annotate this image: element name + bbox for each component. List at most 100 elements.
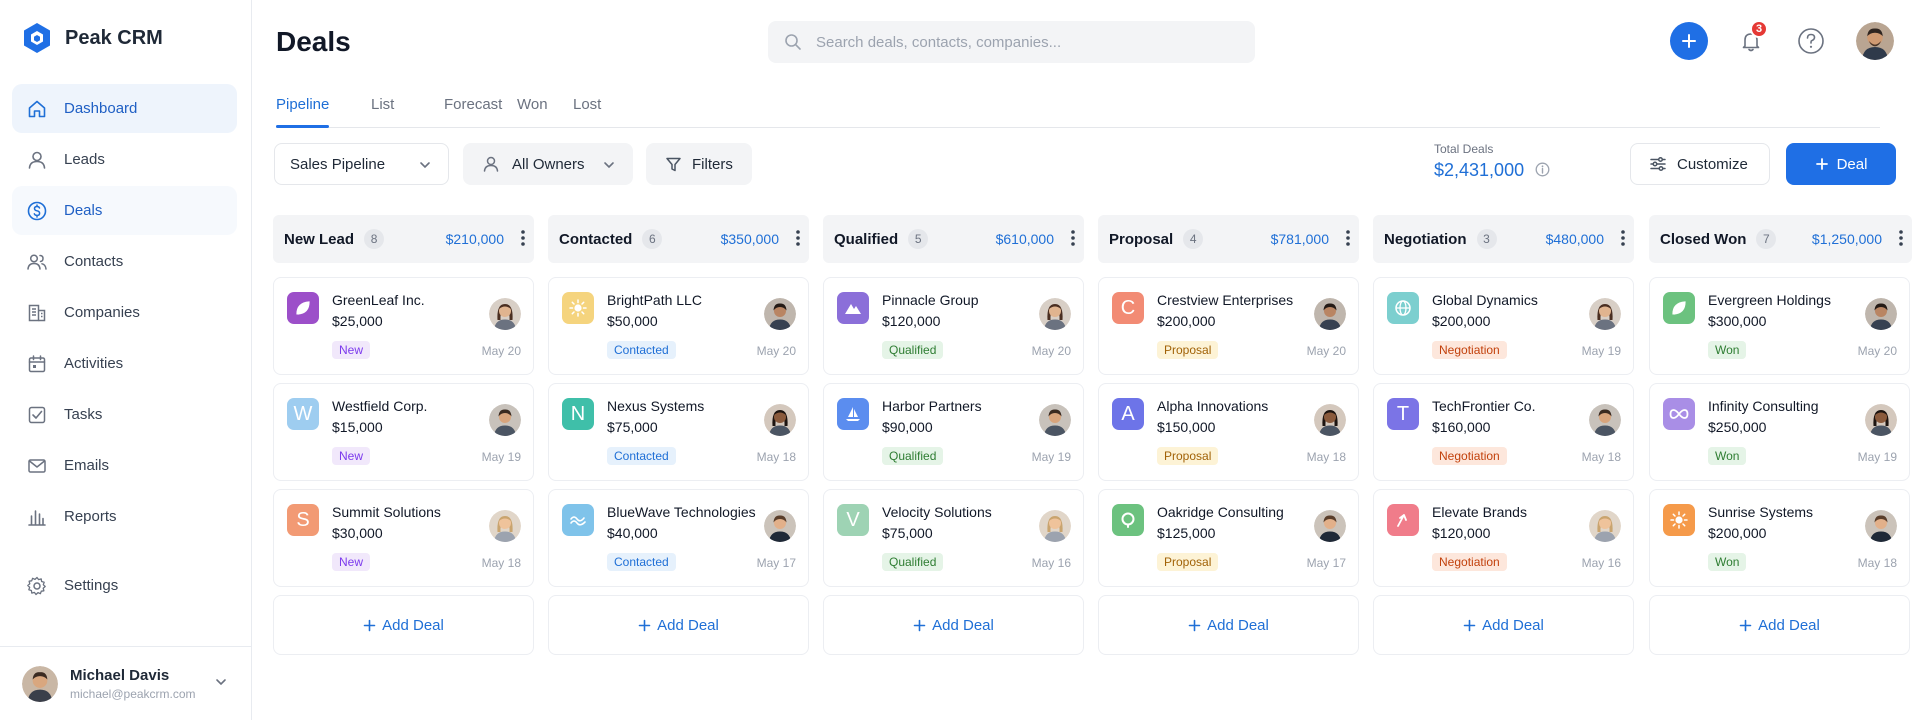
tab-pipeline[interactable]: Pipeline (276, 96, 330, 128)
add-deal-row-button[interactable]: Add Deal (823, 595, 1084, 655)
add-deal-button[interactable]: Deal (1786, 143, 1896, 185)
sidebar-item-contacts[interactable]: Contacts (12, 237, 237, 286)
pipeline-select[interactable]: Sales Pipeline (274, 143, 449, 185)
owners-select-value: All Owners (512, 155, 585, 173)
search-icon (784, 33, 802, 51)
add-deal-label: Add Deal (932, 616, 994, 634)
deal-card[interactable]: GreenLeaf Inc. $25,000 New May 20 (273, 277, 534, 375)
sidebar-item-settings[interactable]: Settings (12, 561, 237, 610)
deal-card[interactable]: Oakridge Consulting $125,000 Proposal May 1… (1098, 489, 1359, 587)
deal-card[interactable]: BrightPath LLC $50,000 Contacted May 20 (548, 277, 809, 375)
checkbox-icon (26, 404, 48, 426)
deal-company: BrightPath LLC (607, 292, 702, 308)
add-deal-row-button[interactable]: Add Deal (1649, 595, 1910, 655)
deal-card[interactable]: Global Dynamics $200,000 Negotiation May 19 (1373, 277, 1634, 375)
deal-company: Westfield Corp. (332, 398, 428, 414)
user-name: Michael Davis (70, 666, 170, 684)
deal-date: May 18 (481, 556, 521, 570)
notifications-button[interactable]: 3 (1732, 20, 1770, 60)
deal-card[interactable]: A Alpha Innovations $150,000 Proposal May 18 (1098, 383, 1359, 481)
deal-card[interactable]: V Velocity Solutions $75,000 Qualified May 1… (823, 489, 1084, 587)
column-value: $210,000 (445, 231, 504, 247)
user-profile[interactable]: Michael Davis michael@peakcrm.com (0, 646, 252, 720)
deal-company: GreenLeaf Inc. (332, 292, 425, 308)
sidebar-item-deals[interactable]: Deals (12, 186, 237, 235)
sidebar-item-reports[interactable]: Reports (12, 492, 237, 541)
add-deal-row-button[interactable]: Add Deal (1373, 595, 1634, 655)
filters-button[interactable]: Filters (646, 143, 752, 185)
add-deal-row-button[interactable]: Add Deal (273, 595, 534, 655)
infinity-icon (1663, 398, 1695, 430)
owner-avatar (764, 510, 796, 542)
owner-avatar (489, 510, 521, 542)
sidebar-item-label: Tasks (64, 406, 103, 423)
profile-avatar[interactable] (1856, 22, 1894, 60)
deal-card[interactable]: Pinnacle Group $120,000 Qualified May 20 (823, 277, 1084, 375)
sidebar-item-tasks[interactable]: Tasks (12, 390, 237, 439)
column-header-won: Closed Won 7 $1,250,000 (1649, 215, 1912, 263)
plus-icon (1739, 619, 1752, 632)
more-vertical-icon[interactable] (1070, 229, 1076, 247)
deal-card[interactable]: C Crestview Enterprises $200,000 Proposal Ma… (1098, 277, 1359, 375)
more-vertical-icon[interactable] (1620, 229, 1626, 247)
deal-card[interactable]: BlueWave Technologies $40,000 Contacted May… (548, 489, 809, 587)
more-vertical-icon[interactable] (795, 229, 801, 247)
tab-list[interactable]: List (371, 96, 394, 128)
column-count: 7 (1756, 229, 1777, 249)
sidebar-item-dashboard[interactable]: Dashboard (12, 84, 237, 133)
tab-won[interactable]: Won (517, 96, 548, 128)
info-icon[interactable] (1535, 162, 1550, 177)
deal-company: Velocity Solutions (882, 504, 992, 520)
help-button[interactable] (1792, 22, 1830, 60)
more-vertical-icon[interactable] (1898, 229, 1904, 247)
column-count: 5 (908, 229, 929, 249)
sidebar-item-activities[interactable]: Activities (12, 339, 237, 388)
app-logo[interactable]: Peak CRM (22, 22, 163, 54)
search-input[interactable] (816, 33, 1216, 51)
sidebar-item-leads[interactable]: Leads (12, 135, 237, 184)
stage-badge: Qualified (882, 553, 944, 571)
column-value: $350,000 (720, 231, 779, 247)
tab-lost[interactable]: Lost (573, 96, 601, 128)
column-value: $480,000 (1545, 231, 1604, 247)
create-button[interactable] (1670, 22, 1708, 60)
leaf-icon (287, 292, 319, 324)
deal-amount: $75,000 (607, 419, 658, 435)
sidebar-item-label: Settings (64, 577, 119, 594)
sidebar-item-label: Contacts (64, 253, 124, 270)
sidebar-item-companies[interactable]: Companies (12, 288, 237, 337)
deal-card[interactable]: N Nexus Systems $75,000 Contacted May 18 (548, 383, 809, 481)
stage-badge: New (332, 553, 371, 571)
total-deals-label: Total Deals (1434, 142, 1494, 156)
add-deal-row-button[interactable]: Add Deal (1098, 595, 1359, 655)
search-bar[interactable] (768, 21, 1255, 63)
deal-card[interactable]: Elevate Brands $120,000 Negotiation May 16 (1373, 489, 1634, 587)
sidebar-item-emails[interactable]: Emails (12, 441, 237, 490)
column-value: $1,250,000 (1811, 231, 1882, 247)
customize-button[interactable]: Customize (1630, 143, 1770, 185)
deal-card[interactable]: W Westfield Corp. $15,000 New May 19 (273, 383, 534, 481)
deal-date: May 17 (1306, 556, 1346, 570)
more-vertical-icon[interactable] (1345, 229, 1351, 247)
deal-card[interactable]: Evergreen Holdings $300,000 Won May 20 (1649, 277, 1910, 375)
chevron-down-icon[interactable] (214, 675, 228, 689)
deal-card[interactable]: Harbor Partners $90,000 Qualified May 19 (823, 383, 1084, 481)
tab-forecast[interactable]: Forecast (444, 96, 502, 128)
more-vertical-icon[interactable] (520, 229, 526, 247)
column-header-negotiation: Negotiation 3 $480,000 (1373, 215, 1634, 263)
owner-avatar (1865, 298, 1897, 330)
owners-select[interactable]: All Owners (463, 143, 633, 185)
deal-card[interactable]: Infinity Consulting $250,000 Won May 19 (1649, 383, 1910, 481)
deal-card[interactable]: T TechFrontier Co. $160,000 Negotiation May … (1373, 383, 1634, 481)
deal-amount: $40,000 (607, 525, 658, 541)
deal-company: Harbor Partners (882, 398, 982, 414)
user-email: michael@peakcrm.com (70, 686, 196, 701)
deal-amount: $120,000 (882, 313, 941, 329)
globe-icon (1387, 292, 1419, 324)
deal-card[interactable]: S Summit Solutions $30,000 New May 18 (273, 489, 534, 587)
plus-icon (1680, 32, 1698, 50)
add-deal-row-button[interactable]: Add Deal (548, 595, 809, 655)
deal-card[interactable]: Sunrise Systems $200,000 Won May 18 (1649, 489, 1910, 587)
icon-letter: A (1121, 402, 1135, 425)
deal-date: May 19 (1857, 450, 1897, 464)
